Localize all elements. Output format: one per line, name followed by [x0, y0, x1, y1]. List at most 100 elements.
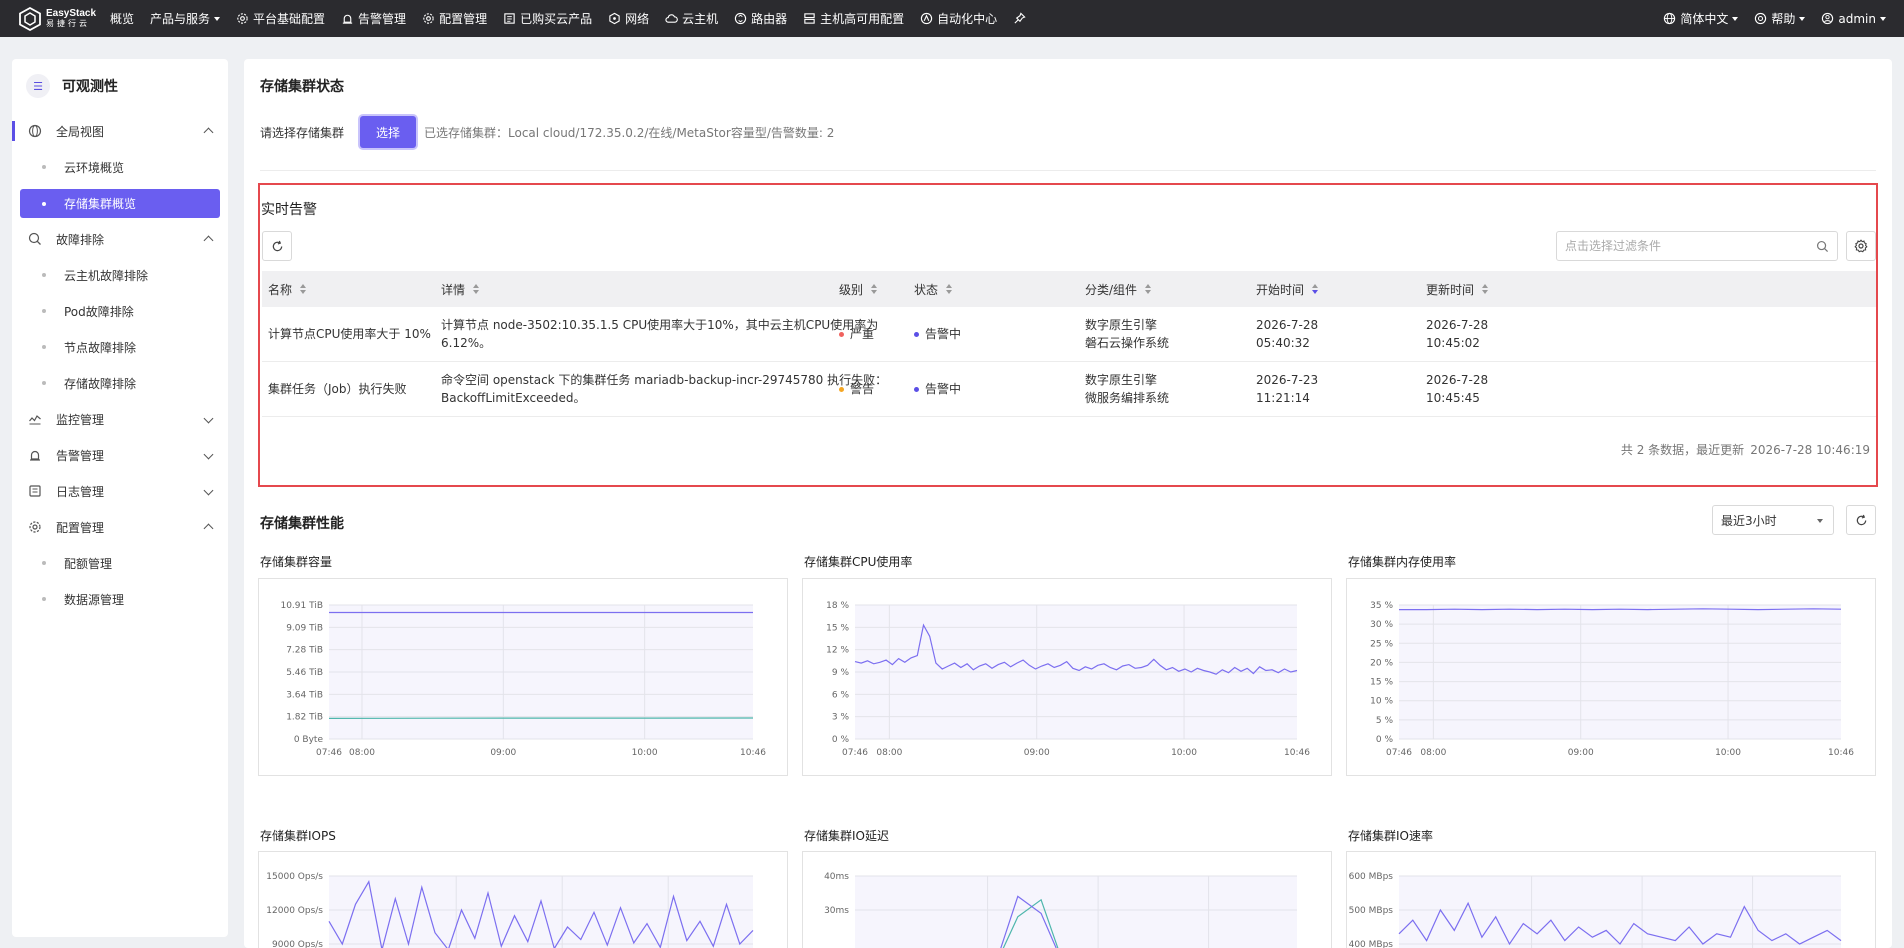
y-tick-label: 15000 Ops/s: [266, 872, 323, 882]
sort-icon[interactable]: [1145, 283, 1152, 295]
sort-icon[interactable]: [946, 283, 953, 295]
x-tick-label: 08:00: [876, 748, 902, 758]
x-tick-label: 10:46: [1828, 748, 1854, 758]
topnav-item[interactable]: 自动化中心: [920, 10, 997, 27]
chevron-down-icon[interactable]: [203, 413, 214, 424]
chart-svg: 30ms 40ms: [824, 872, 1297, 948]
topnav-item[interactable]: 产品与服务: [150, 10, 221, 27]
sort-icon[interactable]: [300, 283, 307, 295]
topnav-item[interactable]: 已购买云产品: [503, 10, 592, 27]
sidebar-group[interactable]: 告警管理: [12, 437, 228, 473]
sidebar-group[interactable]: 配置管理: [12, 509, 228, 545]
column-header-label: 分类/组件: [1085, 282, 1138, 297]
troubleshoot-icon: [28, 232, 41, 245]
menu-icon[interactable]: ☰: [26, 74, 50, 98]
chevron-up-icon[interactable]: [203, 127, 214, 138]
y-tick-label: 9000 Ops/s: [272, 940, 323, 948]
start-date: 2026-7-28: [1256, 318, 1319, 332]
select-cluster-button[interactable]: 选择: [360, 116, 417, 148]
sidebar-item[interactable]: 云主机故障排除: [20, 257, 220, 293]
topnav-item[interactable]: 路由器: [734, 10, 787, 27]
y-tick-label: 9 %: [832, 668, 850, 678]
sidebar-item[interactable]: 节点故障排除: [20, 329, 220, 365]
language-menu[interactable]: 简体中文: [1663, 10, 1739, 27]
chart-svg: 0 % 3 % 6 % 9 % 12 % 15 % 18 % 07:46 08:00 09:00 1…: [826, 601, 1310, 758]
alert-component: 磐石云操作系统: [1085, 336, 1170, 350]
table-row[interactable]: 计算节点CPU使用率大于 10% 计算节点 node-3502:10.35.1.5…: [262, 307, 1876, 362]
column-header[interactable]: 级别: [839, 271, 878, 307]
column-header[interactable]: 分类/组件: [1085, 271, 1152, 307]
logo[interactable]: EasyStack 易捷行云: [18, 6, 100, 31]
sidebar-group[interactable]: 监控管理: [12, 401, 228, 437]
chart-card: 9000 Ops/s 12000 Ops/s 15000 Ops/s: [258, 851, 788, 948]
x-tick-label: 10:46: [1284, 748, 1310, 758]
refresh-alerts-button[interactable]: [262, 231, 292, 261]
sort-icon[interactable]: [1312, 283, 1319, 295]
topnav-item[interactable]: [1013, 12, 1030, 25]
y-tick-label: 5.46 TiB: [286, 668, 323, 678]
alerts-table-header: 名称 详情 级别 状态 分类/组件 开始时间 更新时间: [262, 271, 1876, 307]
topnav-item[interactable]: 平台基础配置: [236, 10, 325, 27]
y-tick-label: 0 %: [1376, 735, 1394, 745]
table-cell: 2026-7-23 11:21:14: [1256, 362, 1318, 416]
performance-title: 存储集群性能: [260, 516, 344, 532]
chart-card: 0 % 5 % 10 % 15 % 20 % 25 % 30 % 35 % 07:46 08:00…: [1346, 578, 1876, 776]
sidebar-item[interactable]: 存储集群概览: [20, 189, 220, 218]
chart-svg: 9000 Ops/s 12000 Ops/s 15000 Ops/s: [266, 872, 754, 948]
sidebar-item-label: 存储故障排除: [64, 376, 137, 391]
sidebar-item[interactable]: 云环境概览: [20, 149, 220, 185]
column-header[interactable]: 开始时间: [1256, 271, 1319, 307]
chevron-down-icon[interactable]: [203, 449, 214, 460]
sort-icon[interactable]: [473, 283, 480, 295]
sidebar-group[interactable]: 故障排除: [12, 221, 228, 257]
sidebar-group[interactable]: 全局视图: [12, 113, 228, 149]
record-count: 共 2 条数据，最近更新: [1620, 443, 1745, 457]
alarm-icon: [342, 14, 353, 24]
user-icon: [1822, 12, 1834, 25]
help-menu[interactable]: 帮助: [1754, 10, 1806, 27]
refresh-icon: [272, 240, 282, 251]
topnav-item[interactable]: 告警管理: [341, 10, 406, 27]
table-row[interactable]: 集群任务（Job）执行失败 命令空间 openstack 下的集群任务 maria…: [262, 362, 1876, 417]
search-icon[interactable]: [1816, 240, 1829, 253]
column-header[interactable]: 状态: [914, 271, 953, 307]
y-tick-label: 20 %: [1370, 658, 1393, 668]
sidebar-group[interactable]: 日志管理: [12, 473, 228, 509]
chevron-down-icon[interactable]: [203, 485, 214, 496]
sidebar-item[interactable]: 数据源管理: [20, 581, 220, 617]
sidebar-item-label: 数据源管理: [64, 592, 125, 607]
sidebar-menu: 全局视图 云环境概览存储集群概览故障排除 云主机故障排除 Pod故障排除节点故障排除存…: [12, 113, 228, 617]
sort-icon[interactable]: [871, 283, 878, 295]
topnav-item[interactable]: 云主机: [665, 10, 718, 27]
alert-filter-input[interactable]: [1565, 239, 1805, 253]
table-settings-button[interactable]: [1846, 231, 1876, 261]
time-range-select[interactable]: 最近3小时: [1712, 505, 1834, 535]
chevron-up-icon[interactable]: [203, 523, 214, 534]
topnav-item[interactable]: 网络: [608, 10, 649, 27]
sidebar-item-label: Pod故障排除: [64, 304, 134, 319]
topnav-item[interactable]: 配置管理: [422, 10, 487, 27]
sidebar-item[interactable]: Pod故障排除: [20, 293, 220, 329]
chart-card: 400 MBps 500 MBps 600 MBps: [1346, 851, 1876, 948]
topnav-item[interactable]: 主机高可用配置: [803, 10, 904, 27]
bullet-icon: [42, 201, 46, 206]
refresh-performance-button[interactable]: [1846, 505, 1876, 535]
start-time-stack: 2026-7-28 05:40:32: [1256, 316, 1318, 352]
sort-icon[interactable]: [1482, 283, 1489, 295]
topnav-item-label: 概览: [110, 12, 135, 26]
alert-category: 数字原生引擎: [1085, 318, 1158, 332]
sidebar-item[interactable]: 配额管理: [20, 545, 220, 581]
chart-svg: 400 MBps 500 MBps 600 MBps: [1349, 872, 1842, 948]
alert-name: 集群任务（Job）执行失败: [268, 382, 407, 396]
sidebar-item[interactable]: 存储故障排除: [20, 365, 220, 401]
chevron-up-icon[interactable]: [203, 235, 214, 246]
severity-dot: [839, 331, 844, 337]
y-tick-label: 3.64 TiB: [286, 690, 323, 700]
topnav-item[interactable]: 概览: [110, 10, 134, 27]
user-menu[interactable]: admin: [1821, 12, 1886, 26]
column-header[interactable]: 更新时间: [1426, 271, 1489, 307]
column-header[interactable]: 详情: [441, 271, 480, 307]
filter-input-box[interactable]: [1556, 231, 1838, 261]
column-header[interactable]: 名称: [268, 271, 307, 307]
start-date: 2026-7-23: [1256, 373, 1319, 387]
